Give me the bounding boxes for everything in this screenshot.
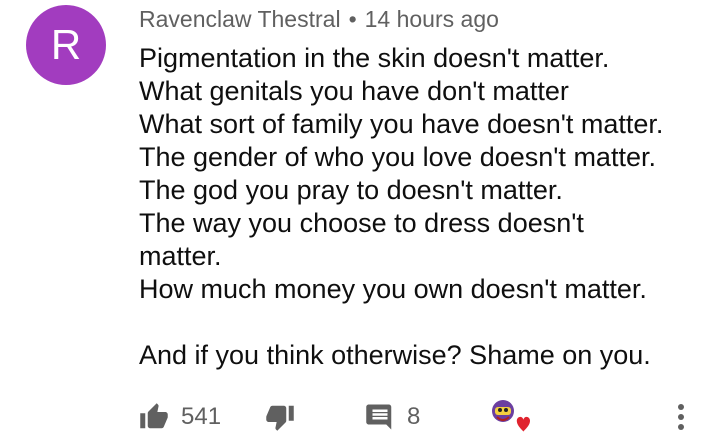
comment-line: How much money you own doesn't matter. — [139, 274, 647, 304]
dislike-action — [265, 395, 295, 439]
reply-count: 8 — [407, 403, 421, 430]
thumbs-down-icon[interactable] — [265, 402, 295, 432]
heart-shape — [516, 416, 530, 432]
comment-line: matter. — [139, 241, 222, 271]
comment-line: The way you choose to dress doesn't — [139, 208, 584, 238]
reply-action: 8 — [365, 395, 420, 439]
more-options-icon[interactable] — [669, 401, 693, 433]
avatar[interactable]: R — [26, 5, 106, 85]
creator-heart-action — [489, 395, 535, 439]
header-separator: • — [348, 6, 357, 32]
comment-blank-line — [139, 306, 699, 339]
comment-icon[interactable] — [365, 402, 395, 432]
comment-text: Pigmentation in the skin doesn't matter.… — [139, 42, 699, 372]
like-action: 541 — [139, 395, 221, 439]
comment-header: Ravenclaw Thestral • 14 hours ago — [139, 4, 499, 34]
comment-line: Pigmentation in the skin doesn't matter. — [139, 43, 610, 73]
like-count: 541 — [181, 403, 222, 430]
comment-actions: 541 8 — [139, 395, 699, 439]
thumbs-up-icon[interactable] — [139, 402, 169, 432]
author-name[interactable]: Ravenclaw Thestral — [139, 6, 341, 32]
creator-heart-icon — [489, 397, 535, 437]
comment-card: R Ravenclaw Thestral • 14 hours ago Pigmen… — [0, 0, 713, 446]
comment-line: The god you pray to doesn't matter. — [139, 175, 563, 205]
comment-line: And if you think otherwise? Shame on you… — [139, 340, 651, 370]
comment-line: The gender of who you love doesn't matte… — [139, 142, 656, 172]
avatar-initial: R — [50, 21, 82, 68]
comment-line: What genitals you have don't matter — [139, 76, 569, 106]
timestamp[interactable]: 14 hours ago — [365, 6, 499, 32]
comment-line: What sort of family you have doesn't mat… — [139, 109, 664, 139]
